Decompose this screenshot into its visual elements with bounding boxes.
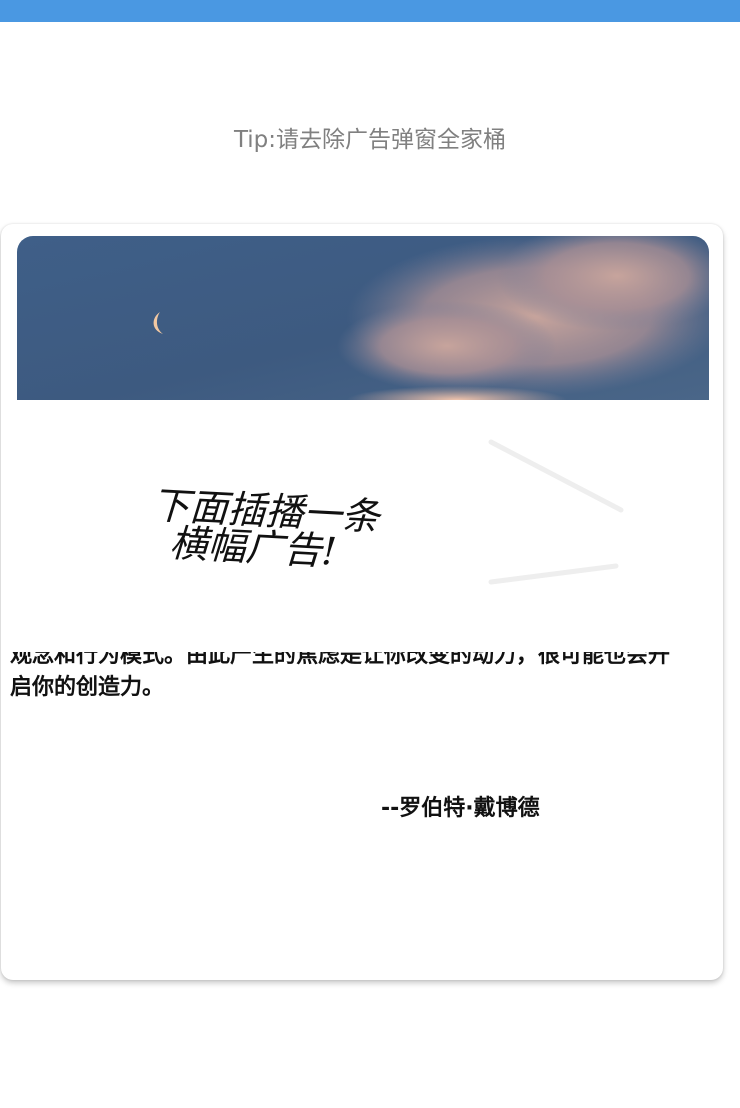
moon-sky-image xyxy=(17,236,709,400)
banner-ad[interactable]: 下面插播一条 横幅广告! xyxy=(1,400,723,652)
status-bar xyxy=(0,0,740,22)
tip-text: Tip:请去除广告弹窗全家桶 xyxy=(233,127,507,153)
quote-body: 观念和行为模式。由此产生的焦虑是让你改变的动力，很可能也会开 启你的创造力。 xyxy=(1,652,723,732)
quote-line-last: 启你的创造力。 xyxy=(10,675,165,700)
banner-ad-line2: 横幅广告! xyxy=(169,521,338,574)
quote-card: 下面插播一条 横幅广告! 观念和行为模式。由此产生的焦虑是让你改变的动力，很可能… xyxy=(1,224,723,980)
quote-author: --罗伯特·戴博德 xyxy=(381,796,540,821)
quote-line-partial: 观念和行为模式。由此产生的焦虑是让你改变的动力，很可能也会开 xyxy=(10,652,671,668)
